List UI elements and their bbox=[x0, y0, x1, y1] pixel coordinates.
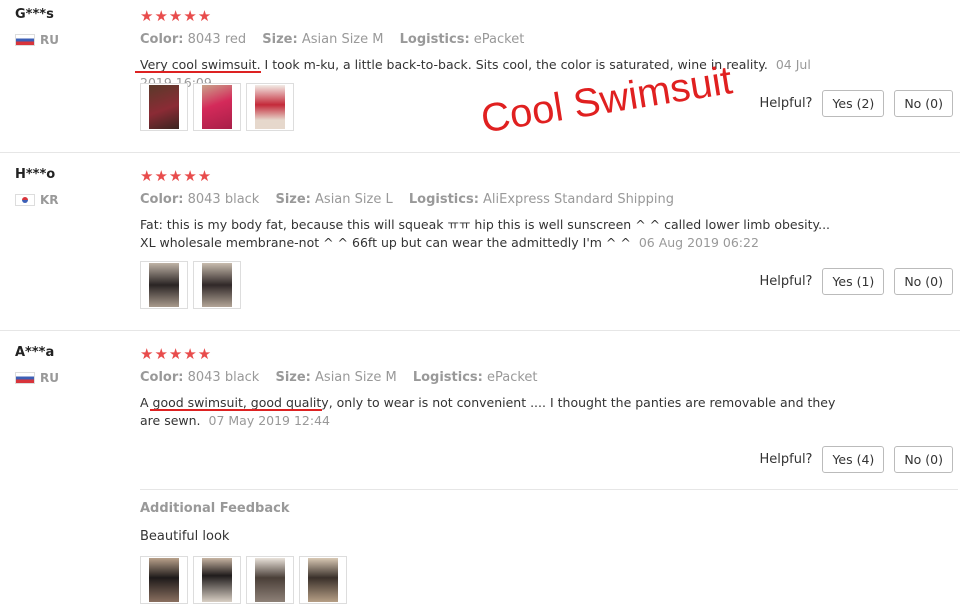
size-label: Size: bbox=[275, 192, 311, 207]
reviewer-country: KR bbox=[15, 193, 59, 207]
flag-icon bbox=[15, 372, 35, 384]
rating-stars: ★★★★★ bbox=[140, 7, 213, 25]
reviewer-country: RU bbox=[15, 33, 59, 47]
additional-divider bbox=[140, 489, 958, 490]
review-photo[interactable] bbox=[299, 556, 347, 604]
review-divider bbox=[0, 152, 960, 153]
logistics-label: Logistics: bbox=[408, 192, 479, 207]
helpful-yes-button[interactable]: Yes (1) bbox=[822, 268, 885, 295]
review-date: 06 Aug 2019 06:22 bbox=[638, 235, 759, 250]
logistics-value: AliExpress Standard Shipping bbox=[483, 192, 675, 207]
reviewer-country: RU bbox=[15, 371, 59, 385]
color-value: 8043 black bbox=[187, 370, 260, 385]
helpful-no-button[interactable]: No (0) bbox=[894, 268, 953, 295]
logistics-label: Logistics: bbox=[412, 370, 483, 385]
size-label: Size: bbox=[262, 32, 298, 47]
additional-feedback-title: Additional Feedback bbox=[140, 501, 290, 516]
review-photos bbox=[140, 261, 241, 309]
sku-info: Color: 8043 black Size: Asian Size L Log… bbox=[140, 192, 686, 207]
logistics-label: Logistics: bbox=[399, 32, 470, 47]
helpful-label: Helpful? bbox=[759, 452, 813, 467]
logistics-value: ePacket bbox=[473, 32, 525, 47]
review-photo[interactable] bbox=[193, 261, 241, 309]
helpful-no-button[interactable]: No (0) bbox=[894, 446, 953, 473]
helpful-vote: Helpful? Yes (4) No (0) bbox=[759, 446, 953, 473]
additional-photos bbox=[140, 556, 347, 604]
review-photo[interactable] bbox=[246, 83, 294, 131]
review-photo[interactable] bbox=[140, 556, 188, 604]
country-code: KR bbox=[40, 193, 59, 207]
review-text: Fat: this is my body fat, because this w… bbox=[140, 216, 840, 252]
review-divider bbox=[0, 330, 960, 331]
color-value: 8043 black bbox=[187, 192, 260, 207]
review-photo[interactable] bbox=[193, 83, 241, 131]
color-label: Color: bbox=[140, 192, 184, 207]
helpful-vote: Helpful? Yes (1) No (0) bbox=[759, 268, 953, 295]
rating-stars: ★★★★★ bbox=[140, 167, 213, 185]
additional-feedback-text: Beautiful look bbox=[140, 529, 230, 544]
country-code: RU bbox=[40, 33, 59, 47]
color-value: 8043 red bbox=[187, 32, 247, 47]
review-photo[interactable] bbox=[140, 261, 188, 309]
color-label: Color: bbox=[140, 32, 184, 47]
rating-stars: ★★★★★ bbox=[140, 345, 213, 363]
color-label: Color: bbox=[140, 370, 184, 385]
helpful-vote: Helpful? Yes (2) No (0) bbox=[759, 90, 953, 117]
size-value: Asian Size L bbox=[315, 192, 393, 207]
review-photo[interactable] bbox=[246, 556, 294, 604]
review-photos bbox=[140, 83, 294, 131]
helpful-label: Helpful? bbox=[759, 274, 813, 289]
helpful-yes-button[interactable]: Yes (2) bbox=[822, 90, 885, 117]
helpful-no-button[interactable]: No (0) bbox=[894, 90, 953, 117]
size-value: Asian Size M bbox=[301, 32, 384, 47]
sku-info: Color: 8043 red Size: Asian Size M Logis… bbox=[140, 32, 536, 47]
review-photo[interactable] bbox=[193, 556, 241, 604]
review-text: A good swimsuit, good quality, only to w… bbox=[140, 394, 840, 430]
reviewer-name: A***a bbox=[15, 345, 55, 360]
sku-info: Color: 8043 black Size: Asian Size M Log… bbox=[140, 370, 550, 385]
logistics-value: ePacket bbox=[487, 370, 538, 385]
reviewer-name: H***o bbox=[15, 167, 56, 182]
flag-icon bbox=[15, 194, 35, 206]
flag-icon bbox=[15, 34, 35, 46]
size-label: Size: bbox=[275, 370, 311, 385]
country-code: RU bbox=[40, 371, 59, 385]
review-photo[interactable] bbox=[140, 83, 188, 131]
highlight-underline bbox=[135, 71, 261, 73]
review-date: 07 May 2019 12:44 bbox=[208, 413, 331, 428]
size-value: Asian Size M bbox=[315, 370, 397, 385]
highlight-underline bbox=[150, 409, 322, 411]
reviewer-name: G***s bbox=[15, 7, 54, 22]
helpful-label: Helpful? bbox=[759, 96, 813, 111]
helpful-yes-button[interactable]: Yes (4) bbox=[822, 446, 885, 473]
